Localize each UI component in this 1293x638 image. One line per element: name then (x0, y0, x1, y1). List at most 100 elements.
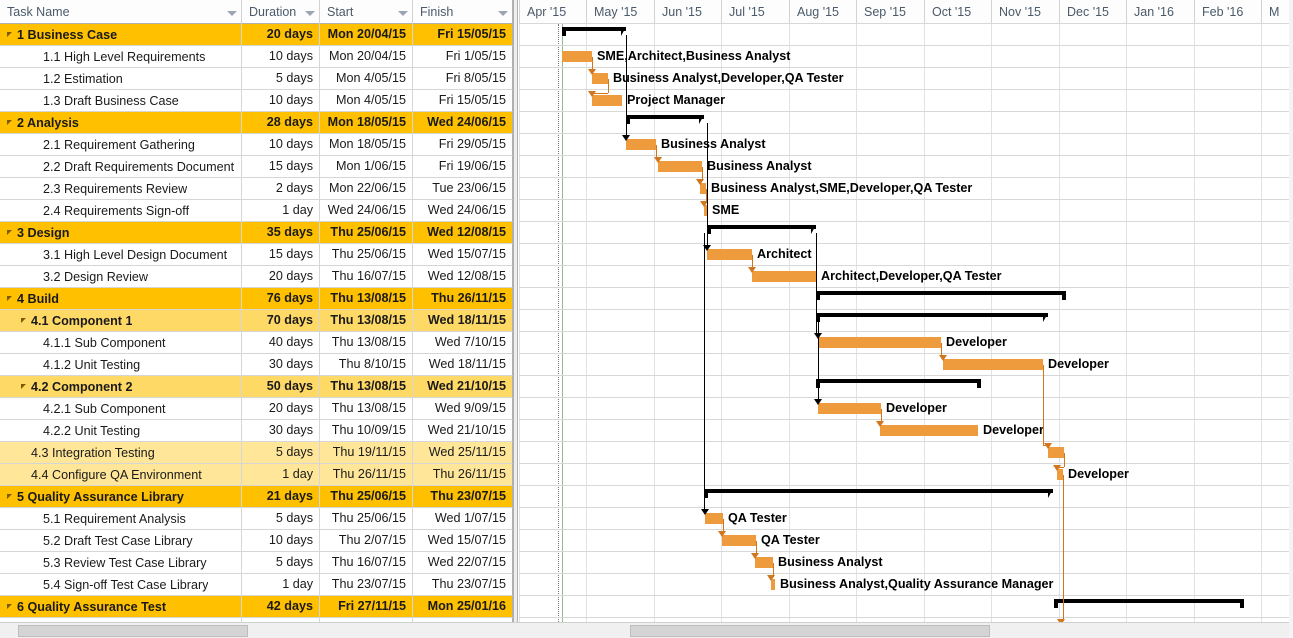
gantt-summary-bar[interactable] (816, 291, 1066, 300)
table-row[interactable]: 3 Design35 daysThu 25/06/15Wed 12/08/15 (0, 222, 513, 244)
cell-task-name[interactable]: 4.2.1 Sub Component (0, 398, 242, 420)
cell-start[interactable]: Mon 1/06/15 (320, 156, 413, 178)
cell-task-name[interactable]: 4 Build (0, 288, 242, 310)
gantt-hscroll-thumb[interactable] (630, 625, 990, 637)
cell-start[interactable]: Thu 26/11/15 (320, 464, 413, 486)
cell-duration[interactable]: 70 days (242, 310, 320, 332)
gantt-task-bar[interactable] (752, 271, 816, 282)
cell-task-name[interactable]: 4.3 Integration Testing (0, 442, 242, 464)
cell-finish[interactable]: Wed 18/11/15 (413, 354, 513, 376)
cell-duration[interactable]: 35 days (242, 222, 320, 244)
cell-start[interactable]: Thu 19/11/15 (320, 442, 413, 464)
cell-finish[interactable]: Wed 7/10/15 (413, 332, 513, 354)
cell-task-name[interactable]: 2.1 Requirement Gathering (0, 134, 242, 156)
cell-finish[interactable]: Wed 1/07/15 (413, 508, 513, 530)
cell-task-name[interactable]: 5.2 Draft Test Case Library (0, 530, 242, 552)
table-row[interactable]: 5.3 Review Test Case Library5 daysThu 16… (0, 552, 513, 574)
grid-gantt-splitter[interactable] (513, 0, 518, 638)
cell-finish[interactable]: Wed 25/11/15 (413, 442, 513, 464)
table-row[interactable]: 3.1 High Level Design Document15 daysThu… (0, 244, 513, 266)
collapse-triangle-icon[interactable] (6, 222, 17, 244)
cell-duration[interactable]: 5 days (242, 552, 320, 574)
cell-finish[interactable]: Wed 15/07/15 (413, 244, 513, 266)
cell-task-name[interactable]: 2.4 Requirements Sign-off (0, 200, 242, 222)
table-row[interactable]: 4.1.2 Unit Testing30 daysThu 8/10/15Wed … (0, 354, 513, 376)
cell-start[interactable]: Thu 13/08/15 (320, 398, 413, 420)
gantt-task-bar[interactable] (626, 139, 656, 150)
vertical-scrollbar[interactable] (1289, 0, 1293, 638)
cell-task-name[interactable]: 3.2 Design Review (0, 266, 242, 288)
cell-finish[interactable]: Wed 15/07/15 (413, 530, 513, 552)
cell-finish[interactable]: Thu 23/07/15 (413, 486, 513, 508)
table-row[interactable]: 1.2 Estimation5 daysMon 4/05/15Fri 8/05/… (0, 68, 513, 90)
collapse-triangle-icon[interactable] (20, 310, 31, 332)
collapse-triangle-icon[interactable] (6, 24, 17, 46)
cell-task-name[interactable]: 1.2 Estimation (0, 68, 242, 90)
cell-finish[interactable]: Thu 26/11/15 (413, 288, 513, 310)
cell-duration[interactable]: 10 days (242, 134, 320, 156)
cell-finish[interactable]: Wed 12/08/15 (413, 222, 513, 244)
cell-task-name[interactable]: 4.1.2 Unit Testing (0, 354, 242, 376)
cell-start[interactable]: Thu 10/09/15 (320, 420, 413, 442)
cell-task-name[interactable]: 5 Quality Assurance Library (0, 486, 242, 508)
cell-start[interactable]: Thu 25/06/15 (320, 486, 413, 508)
cell-task-name[interactable]: 2 Analysis (0, 112, 242, 134)
cell-start[interactable]: Thu 13/08/15 (320, 288, 413, 310)
cell-start[interactable]: Fri 27/11/15 (320, 596, 413, 618)
cell-task-name[interactable]: 4.1 Component 1 (0, 310, 242, 332)
cell-finish[interactable]: Fri 8/05/15 (413, 68, 513, 90)
cell-duration[interactable]: 5 days (242, 442, 320, 464)
cell-start[interactable]: Mon 20/04/15 (320, 24, 413, 46)
cell-duration[interactable]: 28 days (242, 112, 320, 134)
cell-duration[interactable]: 5 days (242, 508, 320, 530)
cell-duration[interactable]: 50 days (242, 376, 320, 398)
collapse-triangle-icon[interactable] (6, 288, 17, 310)
column-header-duration[interactable]: Duration (242, 0, 320, 24)
table-row[interactable]: 2.1 Requirement Gathering10 daysMon 18/0… (0, 134, 513, 156)
gantt-task-bar[interactable] (943, 359, 1043, 370)
cell-start[interactable]: Thu 16/07/15 (320, 266, 413, 288)
cell-start[interactable]: Thu 2/07/15 (320, 530, 413, 552)
cell-start[interactable]: Thu 25/06/15 (320, 244, 413, 266)
cell-start[interactable]: Mon 18/05/15 (320, 112, 413, 134)
column-header-start[interactable]: Start (320, 0, 413, 24)
table-row[interactable]: 2 Analysis28 daysMon 18/05/15Wed 24/06/1… (0, 112, 513, 134)
table-row[interactable]: 4.2.2 Unit Testing30 daysThu 10/09/15Wed… (0, 420, 513, 442)
grid-hscroll-thumb[interactable] (18, 625, 248, 637)
cell-duration[interactable]: 2 days (242, 178, 320, 200)
cell-duration[interactable]: 40 days (242, 332, 320, 354)
table-row[interactable]: 1.3 Draft Business Case10 daysMon 4/05/1… (0, 90, 513, 112)
cell-finish[interactable]: Wed 21/10/15 (413, 376, 513, 398)
table-row[interactable]: 5.1 Requirement Analysis5 daysThu 25/06/… (0, 508, 513, 530)
table-row[interactable]: 5.4 Sign-off Test Case Library1 dayThu 2… (0, 574, 513, 596)
cell-duration[interactable]: 10 days (242, 46, 320, 68)
filter-dropdown-icon[interactable] (497, 7, 508, 18)
filter-dropdown-icon[interactable] (397, 7, 408, 18)
cell-duration[interactable]: 30 days (242, 420, 320, 442)
cell-task-name[interactable]: 3.1 High Level Design Document (0, 244, 242, 266)
gantt-task-bar[interactable] (880, 425, 978, 436)
table-row[interactable]: 5.2 Draft Test Case Library10 daysThu 2/… (0, 530, 513, 552)
cell-start[interactable]: Wed 24/06/15 (320, 200, 413, 222)
horizontal-scrollbar[interactable] (0, 622, 1293, 638)
cell-start[interactable]: Mon 4/05/15 (320, 90, 413, 112)
cell-task-name[interactable]: 5.1 Requirement Analysis (0, 508, 242, 530)
cell-start[interactable]: Thu 13/08/15 (320, 310, 413, 332)
cell-task-name[interactable]: 1 Business Case (0, 24, 242, 46)
cell-task-name[interactable]: 1.1 High Level Requirements (0, 46, 242, 68)
cell-duration[interactable]: 30 days (242, 354, 320, 376)
cell-task-name[interactable]: 2.2 Draft Requirements Document (0, 156, 242, 178)
cell-finish[interactable]: Wed 21/10/15 (413, 420, 513, 442)
filter-dropdown-icon[interactable] (304, 7, 315, 18)
cell-start[interactable]: Mon 4/05/15 (320, 68, 413, 90)
column-header-name[interactable]: Task Name (0, 0, 242, 24)
cell-task-name[interactable]: 5.4 Sign-off Test Case Library (0, 574, 242, 596)
cell-start[interactable]: Mon 22/06/15 (320, 178, 413, 200)
gantt-summary-bar[interactable] (816, 379, 981, 388)
cell-task-name[interactable]: 6 Quality Assurance Test (0, 596, 242, 618)
collapse-triangle-icon[interactable] (6, 112, 17, 134)
table-row[interactable]: 2.2 Draft Requirements Document15 daysMo… (0, 156, 513, 178)
cell-task-name[interactable]: 4.2.2 Unit Testing (0, 420, 242, 442)
cell-finish[interactable]: Tue 23/06/15 (413, 178, 513, 200)
cell-duration[interactable]: 15 days (242, 244, 320, 266)
